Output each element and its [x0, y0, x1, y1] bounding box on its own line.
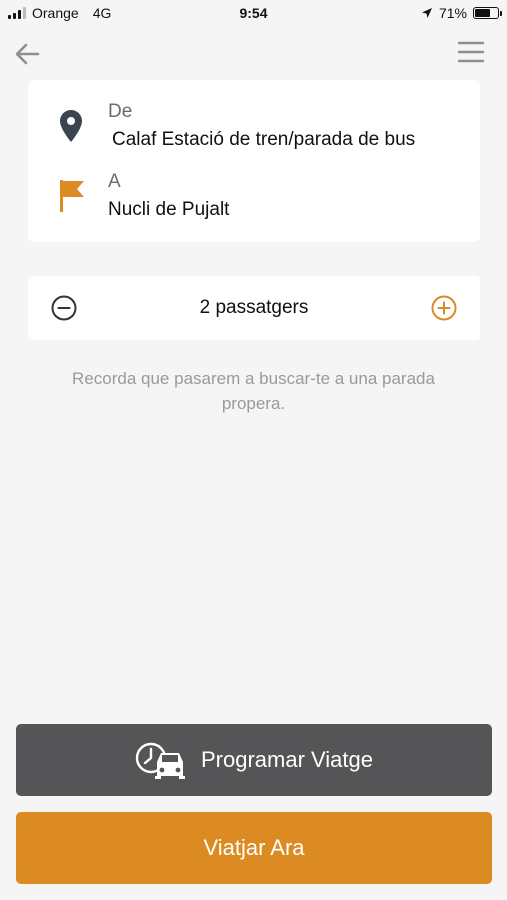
menu-button[interactable]: [457, 40, 485, 64]
flag-icon: [60, 180, 84, 212]
passenger-count: 2 passatgers: [199, 297, 309, 318]
schedule-trip-button[interactable]: Programar Viatge: [16, 724, 492, 796]
travel-now-button[interactable]: Viatjar Ara: [16, 812, 492, 884]
battery-icon: [473, 7, 502, 19]
increase-passengers-button[interactable]: [430, 294, 458, 322]
pickup-hint: Recorda que pasarem a buscar-te a una pa…: [72, 369, 435, 413]
passenger-selector: 2 passatgers: [28, 276, 480, 340]
location-pin-icon: [60, 110, 82, 142]
schedule-trip-label: Programar Viatge: [200, 747, 373, 772]
route-card: De Calaf Estació de tren/parada de bus A…: [28, 80, 480, 242]
hamburger-menu-icon: [457, 41, 485, 63]
travel-now-label: Viatjar Ara: [203, 835, 305, 860]
from-field[interactable]: Calaf Estació de tren/parada de bus: [112, 129, 415, 151]
from-label: De: [108, 101, 133, 122]
battery-level: [475, 9, 490, 17]
status-bar: Orange 4G 9:54 71%: [0, 0, 507, 28]
clock-car-icon: [135, 742, 185, 779]
plus-circle-icon: [431, 295, 457, 321]
battery-percent: 71%: [438, 5, 467, 21]
to-field[interactable]: Nucli de Pujalt: [108, 199, 229, 221]
back-button[interactable]: [14, 40, 42, 68]
status-right: 71%: [421, 5, 502, 21]
to-label: A: [108, 171, 121, 192]
location-arrow-icon: [421, 8, 432, 18]
arrow-left-icon: [15, 43, 40, 65]
